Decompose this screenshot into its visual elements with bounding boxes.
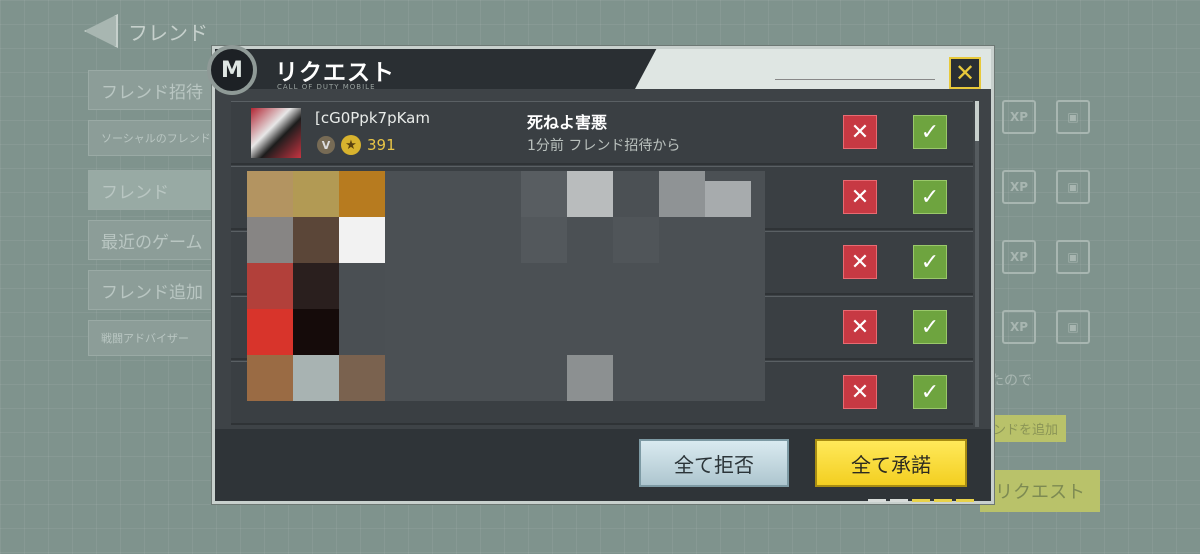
row-divider <box>231 166 973 167</box>
background-row-icons: XP ▣ <box>1002 170 1090 204</box>
accept-button[interactable]: ✓ <box>913 245 947 279</box>
avatar[interactable] <box>251 108 301 158</box>
header-slider <box>775 79 935 84</box>
star-icon: ★ <box>341 135 361 155</box>
game-logo-icon: M <box>207 45 257 95</box>
rank-icon: V <box>317 136 335 154</box>
xp-icon: XP <box>1002 240 1036 274</box>
reject-button[interactable]: ✕ <box>843 310 877 344</box>
gift-icon: ▣ <box>1056 310 1090 344</box>
page-dot <box>890 499 908 502</box>
request-time: 1分前 フレンド招待から <box>527 138 681 154</box>
background-row-icons: XP ▣ <box>1002 100 1090 134</box>
xp-icon: XP <box>1002 100 1036 134</box>
page-indicator <box>868 499 974 502</box>
page-dot-active <box>956 499 974 502</box>
gift-icon: ▣ <box>1056 240 1090 274</box>
xp-icon: XP <box>1002 170 1036 204</box>
page-dot-active <box>934 499 952 502</box>
close-button[interactable]: ✕ <box>949 57 981 89</box>
reject-all-button[interactable]: 全て拒否 <box>639 439 789 487</box>
player-level: 391 <box>367 136 396 154</box>
accept-button[interactable]: ✓ <box>913 180 947 214</box>
background-row-icons: XP ▣ <box>1002 240 1090 274</box>
accept-button[interactable]: ✓ <box>913 375 947 409</box>
gift-icon: ▣ <box>1056 170 1090 204</box>
request-message: 死ねよ害悪 <box>527 113 608 132</box>
background-tab-requests[interactable]: リクエスト <box>980 470 1100 512</box>
accept-button[interactable]: ✓ <box>913 115 947 149</box>
request-dialog: リクエスト CALL OF DUTY MOBILE M ✕ [cG0Ppk7pK… <box>207 45 994 504</box>
request-row: [cG0Ppk7pKam V ★ 391 死ねよ害悪 1分前 フレンド招待から … <box>231 101 973 165</box>
request-list[interactable]: [cG0Ppk7pKam V ★ 391 死ねよ害悪 1分前 フレンド招待から … <box>231 101 983 427</box>
accept-all-button[interactable]: 全て承諾 <box>815 439 967 487</box>
page-dot <box>868 499 886 502</box>
player-name: [cG0Ppk7pKam <box>315 109 430 127</box>
xp-icon: XP <box>1002 310 1036 344</box>
list-scrollbar[interactable] <box>975 101 979 427</box>
dialog-subtitle: CALL OF DUTY MOBILE <box>277 83 376 91</box>
redaction-mosaic <box>231 171 791 427</box>
background-header: フレンド <box>84 14 208 48</box>
page-dot-active <box>912 499 930 502</box>
reject-button[interactable]: ✕ <box>843 180 877 214</box>
dialog-title: リクエスト <box>275 60 395 86</box>
row-divider <box>231 101 973 102</box>
background-row-icons: XP ▣ <box>1002 310 1090 344</box>
background-title: フレンド <box>128 20 208 45</box>
background-add-button[interactable]: ンドを追加 <box>985 415 1067 442</box>
back-arrow-icon[interactable] <box>84 14 118 48</box>
reject-button[interactable]: ✕ <box>843 375 877 409</box>
reject-button[interactable]: ✕ <box>843 245 877 279</box>
gift-icon: ▣ <box>1056 100 1090 134</box>
dialog-header: リクエスト CALL OF DUTY MOBILE <box>215 49 991 91</box>
background-text: たので <box>990 373 1032 389</box>
reject-button[interactable]: ✕ <box>843 115 877 149</box>
scroll-thumb[interactable] <box>975 101 979 141</box>
rank-badges: V ★ 391 <box>317 135 396 155</box>
accept-button[interactable]: ✓ <box>913 310 947 344</box>
